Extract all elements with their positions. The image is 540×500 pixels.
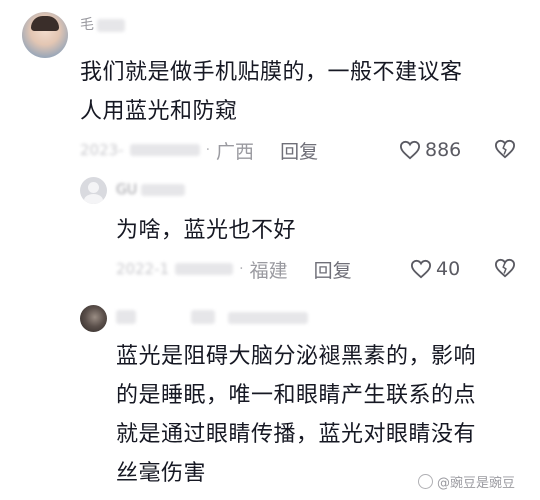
reply-button[interactable]: 回复 [314, 256, 352, 283]
comment-text: 为啥，蓝光也不好 [116, 218, 297, 243]
comment-text: 我们就是做手机贴膜的，一般不建议客 人用蓝光和防窥 [80, 60, 463, 124]
comment-date: 2022-1 [116, 260, 170, 278]
comment-text: 蓝光是阻碍大脑分泌褪黑素的，影响 的是睡眠，唯一和眼睛产生联系的点 就是通过眼睛… [116, 344, 477, 486]
username[interactable]: 毛 [80, 14, 125, 34]
like-count: 40 [436, 258, 461, 280]
watermark: @豌豆是豌豆 [418, 472, 515, 491]
comment-location: 福建 [249, 259, 288, 282]
watermark-icon [418, 474, 433, 489]
username[interactable] [116, 309, 309, 328]
comment-meta: 2022-1 · 福建 回复 [116, 256, 352, 282]
heart-icon [399, 140, 421, 160]
like-button[interactable]: 886 [399, 137, 461, 163]
broken-heart-icon [494, 258, 516, 278]
comment-date: 2023- [80, 141, 124, 159]
broken-heart-icon [494, 139, 516, 159]
avatar[interactable] [22, 12, 68, 58]
dislike-button[interactable] [494, 139, 516, 163]
like-button[interactable]: 40 [410, 256, 460, 282]
reply-button[interactable]: 回复 [280, 137, 318, 164]
comment-meta: 2023- · 广西 回复 [80, 137, 318, 163]
username[interactable]: GU [116, 182, 186, 198]
like-count: 886 [425, 139, 462, 161]
heart-icon [410, 259, 432, 279]
avatar[interactable] [80, 305, 107, 332]
avatar[interactable] [80, 177, 107, 204]
dislike-button[interactable] [494, 258, 516, 282]
comment-location: 广西 [216, 140, 255, 163]
